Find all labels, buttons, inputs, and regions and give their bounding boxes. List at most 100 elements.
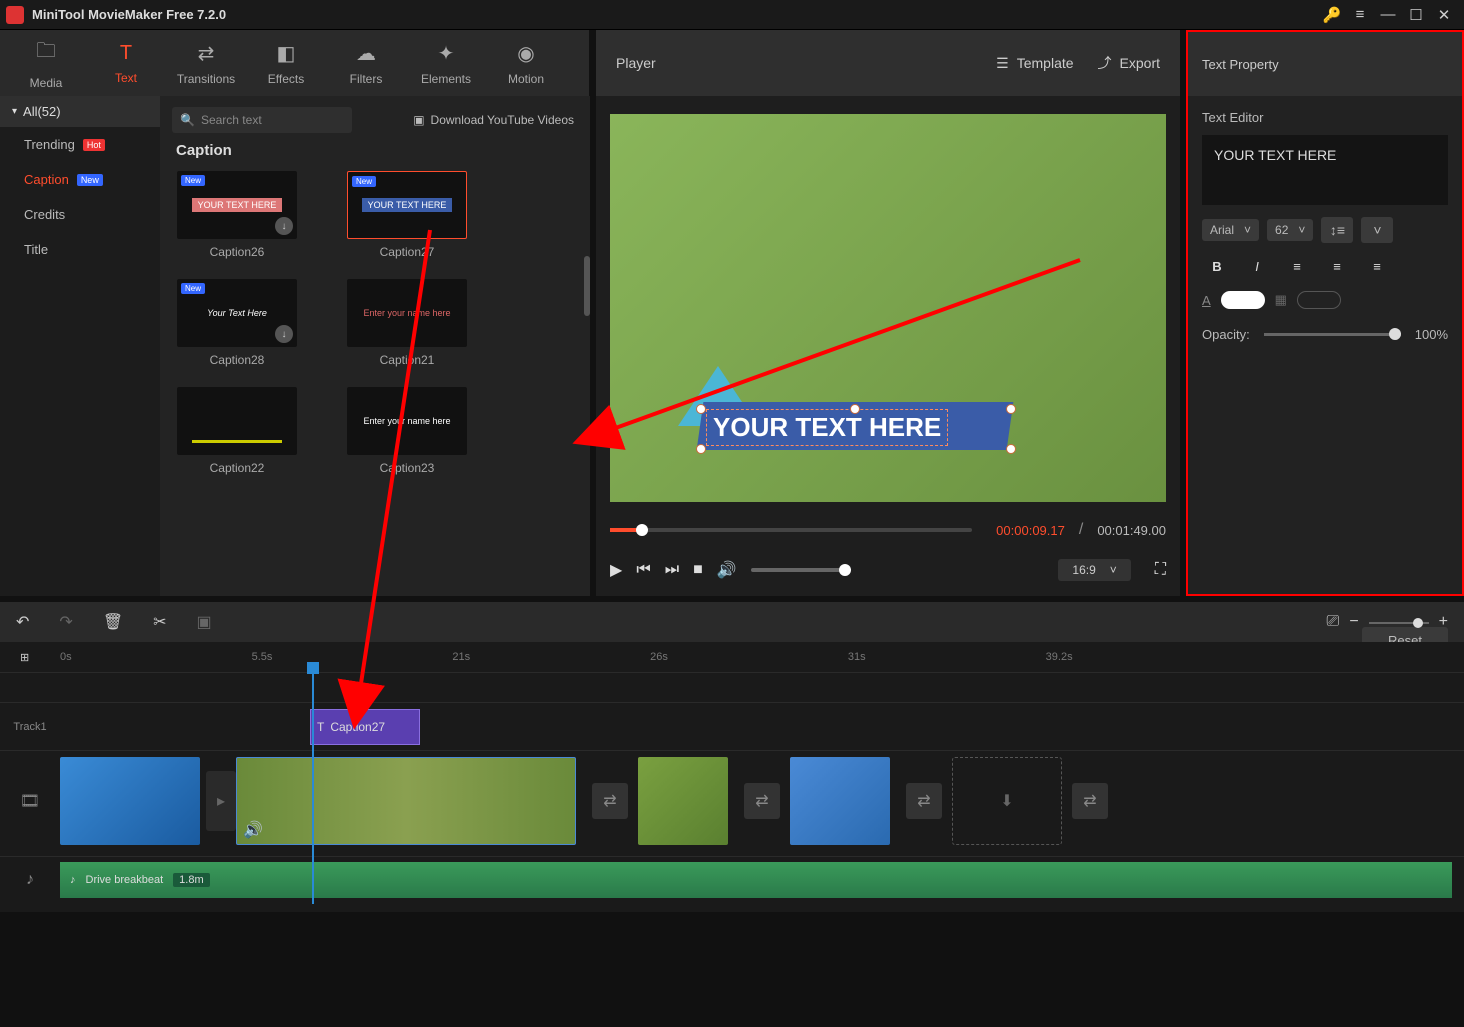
next-frame-icon[interactable]: ⏭ [665,561,679,579]
transition-slot[interactable]: ▸ [206,771,236,831]
text-color-icon[interactable]: A [1202,293,1211,308]
youtube-icon: ▣ [413,113,424,127]
sidebar-item-trending[interactable]: TrendingHot [0,127,160,162]
video-track-icon: 🎞 [0,791,60,811]
chevron-down-icon: ˅ [1244,223,1251,237]
text-clip[interactable]: TCaption27 [310,709,420,745]
caption-thumb-28[interactable]: NewYour Text Here↓ Caption28 [172,279,302,367]
highlight-swatch[interactable] [1297,291,1341,309]
download-icon[interactable]: ↓ [275,217,293,235]
sidebar-item-title[interactable]: Title [0,232,160,267]
download-icon[interactable]: ↓ [275,325,293,343]
effects-icon: ◧ [277,41,296,66]
seek-bar[interactable] [610,528,972,532]
close-icon[interactable]: ✕ [1430,6,1458,24]
sidebar-item-credits[interactable]: Credits [0,197,160,232]
fullscreen-icon[interactable]: ⛶ [1155,561,1166,579]
opacity-slider[interactable] [1264,333,1401,336]
template-button[interactable]: ☰Template [996,55,1073,72]
aspect-ratio-select[interactable]: 16:9˅ [1058,559,1130,581]
tab-text[interactable]: TText [86,33,166,93]
download-youtube-button[interactable]: ▣Download YouTube Videos [413,113,586,127]
opacity-label: Opacity: [1202,327,1250,342]
video-clip[interactable] [638,757,728,845]
hot-badge: Hot [83,139,105,151]
player-label: Player [616,55,656,71]
tab-transitions[interactable]: ⇄Transitions [166,33,246,93]
more-button[interactable]: ˅ [1361,217,1393,243]
tab-filters[interactable]: ☁Filters [326,33,406,93]
key-icon[interactable]: 🔑 [1318,6,1346,24]
tab-motion[interactable]: ◉Motion [486,33,566,93]
split-icon[interactable]: ✂ [153,612,166,632]
redo-icon[interactable]: ↷ [59,612,72,632]
add-track-icon[interactable]: ⊞ [20,651,29,664]
transitions-icon: ⇄ [198,41,215,66]
text-editor-label: Text Editor [1202,110,1448,125]
caption-thumb-26[interactable]: NewYOUR TEXT HERE↓ Caption26 [172,171,302,259]
app-title: MiniTool MovieMaker Free 7.2.0 [32,7,226,22]
caption-thumb-23[interactable]: Enter your name here Caption23 [342,387,472,475]
italic-button[interactable]: I [1242,253,1272,279]
video-preview[interactable]: YOUR TEXT HERE [610,114,1166,502]
fit-icon[interactable]: ⎚ [1327,613,1340,631]
caption-thumb-21[interactable]: Enter your name here Caption21 [342,279,472,367]
caption-text-overlay[interactable]: YOUR TEXT HERE [706,409,948,446]
align-center-button[interactable]: ≡ [1322,253,1352,279]
bold-button[interactable]: B [1202,253,1232,279]
export-button[interactable]: ⤴Export [1098,53,1160,73]
search-icon: 🔍 [180,113,195,127]
top-tabs: 🗀Media TText ⇄Transitions ◧Effects ☁Filt… [0,30,590,96]
export-icon: ⤴ [1098,53,1112,73]
sidebar-item-caption[interactable]: CaptionNew [0,162,160,197]
font-select[interactable]: Arial˅ [1202,219,1259,241]
audio-track-icon: ♪ [0,871,60,889]
playhead[interactable] [312,668,314,904]
video-clip[interactable] [60,757,200,845]
play-icon[interactable]: ▶ [610,560,622,580]
zoom-slider[interactable] [1369,621,1429,624]
tab-media[interactable]: 🗀Media [6,33,86,93]
text-color-swatch[interactable] [1221,291,1265,309]
scrollbar[interactable] [584,256,590,316]
motion-icon: ◉ [517,41,534,66]
highlight-icon[interactable]: ▦ [1275,292,1287,308]
prev-frame-icon[interactable]: ⏮ [636,561,650,579]
tab-elements[interactable]: ✦Elements [406,33,486,93]
volume-icon[interactable]: 🔊 [717,560,737,580]
menu-icon[interactable]: ≡ [1346,6,1374,23]
time-total: 00:01:49.00 [1097,523,1166,538]
sidebar-all[interactable]: All(52) [0,96,160,127]
transition-slot[interactable]: ⇄ [1072,783,1108,819]
caption-thumb-22[interactable]: Caption22 [172,387,302,475]
text-input[interactable]: YOUR TEXT HERE [1202,135,1448,205]
undo-icon[interactable]: ↶ [16,612,29,632]
new-badge: New [77,174,103,186]
line-spacing-button[interactable]: ↕≡ [1321,217,1353,243]
zoom-out-icon[interactable]: − [1349,613,1358,631]
transition-slot[interactable]: ⇄ [744,783,780,819]
text-icon: T [317,720,324,734]
align-left-button[interactable]: ≡ [1282,253,1312,279]
maximize-icon[interactable]: ☐ [1402,6,1430,24]
minimize-icon[interactable]: — [1374,6,1402,23]
transition-slot[interactable]: ⇄ [906,783,942,819]
stop-icon[interactable]: ■ [693,561,703,579]
caption-thumb-27[interactable]: NewYOUR TEXT HERE Caption27 [342,171,472,259]
chevron-down-icon: ˅ [1110,563,1117,577]
crop-icon[interactable]: ▣ [197,612,212,632]
volume-slider[interactable] [751,568,851,572]
video-clip[interactable]: 🔊 [236,757,576,845]
tab-effects[interactable]: ◧Effects [246,33,326,93]
video-clip[interactable] [790,757,890,845]
font-size-select[interactable]: 62˅ [1267,219,1313,241]
transition-slot[interactable]: ⇄ [592,783,628,819]
align-right-button[interactable]: ≡ [1362,253,1392,279]
search-input[interactable]: 🔍Search text [172,107,352,133]
audio-clip[interactable]: ♪Drive breakbeat 1.8m [60,862,1452,898]
drop-zone[interactable]: ⬇ [952,757,1062,845]
delete-icon[interactable]: 🗑 [103,612,123,632]
text-property-header: Text Property [1186,30,1464,96]
timeline: ⊞ 0s 5.5s 21s 26s 31s 39.2s Track1 TCapt… [0,642,1464,912]
elements-icon: ✦ [438,41,455,66]
